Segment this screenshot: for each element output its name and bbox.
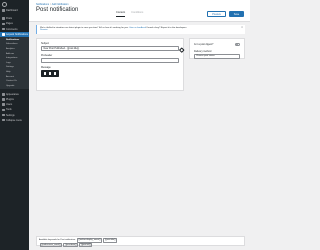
preheader-label: Preheader — [41, 54, 53, 57]
breadcrumb-link[interactable]: Add Notification — [52, 3, 69, 6]
menu-item-label: Collapse menu — [5, 118, 22, 122]
dashboard-icon — [2, 9, 5, 12]
subject-field[interactable]: New Post Published - {{post.title}} — [41, 46, 184, 52]
feedback-link[interactable]: Give us feedback — [129, 27, 146, 29]
user-icon — [2, 103, 5, 106]
comment-icon — [2, 27, 5, 31]
preview-button[interactable]: Preview — [207, 11, 226, 17]
brush-icon — [2, 92, 5, 96]
keyword-chip[interactable]: {{post.date}} — [63, 242, 79, 248]
plugin-icon — [2, 98, 5, 101]
keyword-chip[interactable]: {{post.url}} — [79, 242, 93, 248]
close-icon[interactable]: ✕ — [241, 26, 243, 30]
keywords-label: Available keywords for Post notification… — [39, 239, 76, 242]
menu-item-label: Comments — [5, 27, 18, 31]
wordpress-logo-icon[interactable] — [0, 0, 29, 8]
page-header: Notifications / Add Notification Post no… — [29, 0, 250, 22]
menu-item-label: Appearance — [5, 92, 19, 96]
menu-item-label: Pages — [5, 22, 13, 26]
menu-item-label: Jetpack Notifications — [5, 32, 28, 36]
keyword-chip[interactable]: {{post.title}} — [103, 238, 118, 243]
tab-conditions[interactable]: Conditions — [131, 11, 143, 17]
preheader-field[interactable] — [41, 58, 179, 63]
editor-tabs: Content Conditions — [116, 11, 143, 17]
menu-item-label: Settings — [5, 113, 15, 117]
digest-toggle-label: Is it a post digest? — [194, 42, 214, 46]
menu-item-label: Tools — [5, 108, 12, 112]
page-title: Post notification — [36, 7, 79, 13]
keyword-chip[interactable]: {{author.user_email}} — [39, 242, 63, 248]
submenu-item[interactable]: Upgrade — [0, 83, 29, 88]
save-button[interactable]: Save — [229, 11, 244, 17]
menu-item-label: Posts — [5, 17, 12, 21]
message-label: Message — [41, 66, 51, 69]
info-notice: We're thrilled to introduce our latest p… — [36, 25, 245, 34]
subject-label: Subject — [41, 42, 49, 45]
bell-icon — [2, 33, 5, 36]
breadcrumb-link[interactable]: Notifications — [36, 3, 49, 6]
tab-content[interactable]: Content — [116, 11, 126, 17]
notifications-submenu: Notifications Subscribers Analytics Add-… — [0, 36, 29, 89]
delivery-select[interactable]: Choose post status — [194, 54, 240, 59]
breadcrumb-separator: / — [50, 3, 51, 7]
wrench-icon — [2, 108, 5, 112]
italic-icon[interactable] — [48, 72, 52, 75]
page-icon — [2, 22, 5, 26]
breadcrumb: Notifications / Add Notification — [36, 3, 68, 6]
delivery-value: Choose post status — [196, 55, 215, 58]
collapse-icon — [2, 118, 5, 122]
menu-item-label: Dashboard — [5, 9, 18, 13]
pin-icon — [2, 17, 5, 21]
subject-value: New Post Published - {{post.title}} — [43, 47, 80, 50]
link-icon[interactable] — [53, 72, 57, 75]
menu-item-label: Users — [5, 103, 13, 107]
keywords-bar: Available keywords for Post notification… — [36, 236, 245, 248]
side-panel: Is it a post digest? Delivery method Cho… — [189, 38, 245, 59]
notification-editor: Subject New Post Published - {{post.titl… — [36, 38, 184, 91]
settings-icon — [2, 113, 5, 117]
digest-toggle[interactable] — [234, 42, 240, 46]
notice-text-2: Found a bug? Report it to the developers… — [146, 26, 188, 29]
main-content: Notifications / Add Notification Post no… — [29, 0, 250, 250]
menu-item-label: Plugins — [5, 97, 14, 101]
admin-sidebar: Dashboard Posts Pages Comments Jetpack N… — [0, 0, 29, 250]
delivery-label: Delivery method — [194, 50, 212, 53]
dismiss-link[interactable]: Dismiss — [40, 29, 48, 31]
notice-text: We're thrilled to introduce our latest p… — [40, 26, 130, 29]
menu-item-collapse[interactable]: Collapse menu — [0, 118, 29, 123]
bold-icon[interactable] — [43, 72, 47, 75]
message-toolbar — [41, 70, 59, 77]
tag-icon[interactable] — [178, 46, 184, 52]
